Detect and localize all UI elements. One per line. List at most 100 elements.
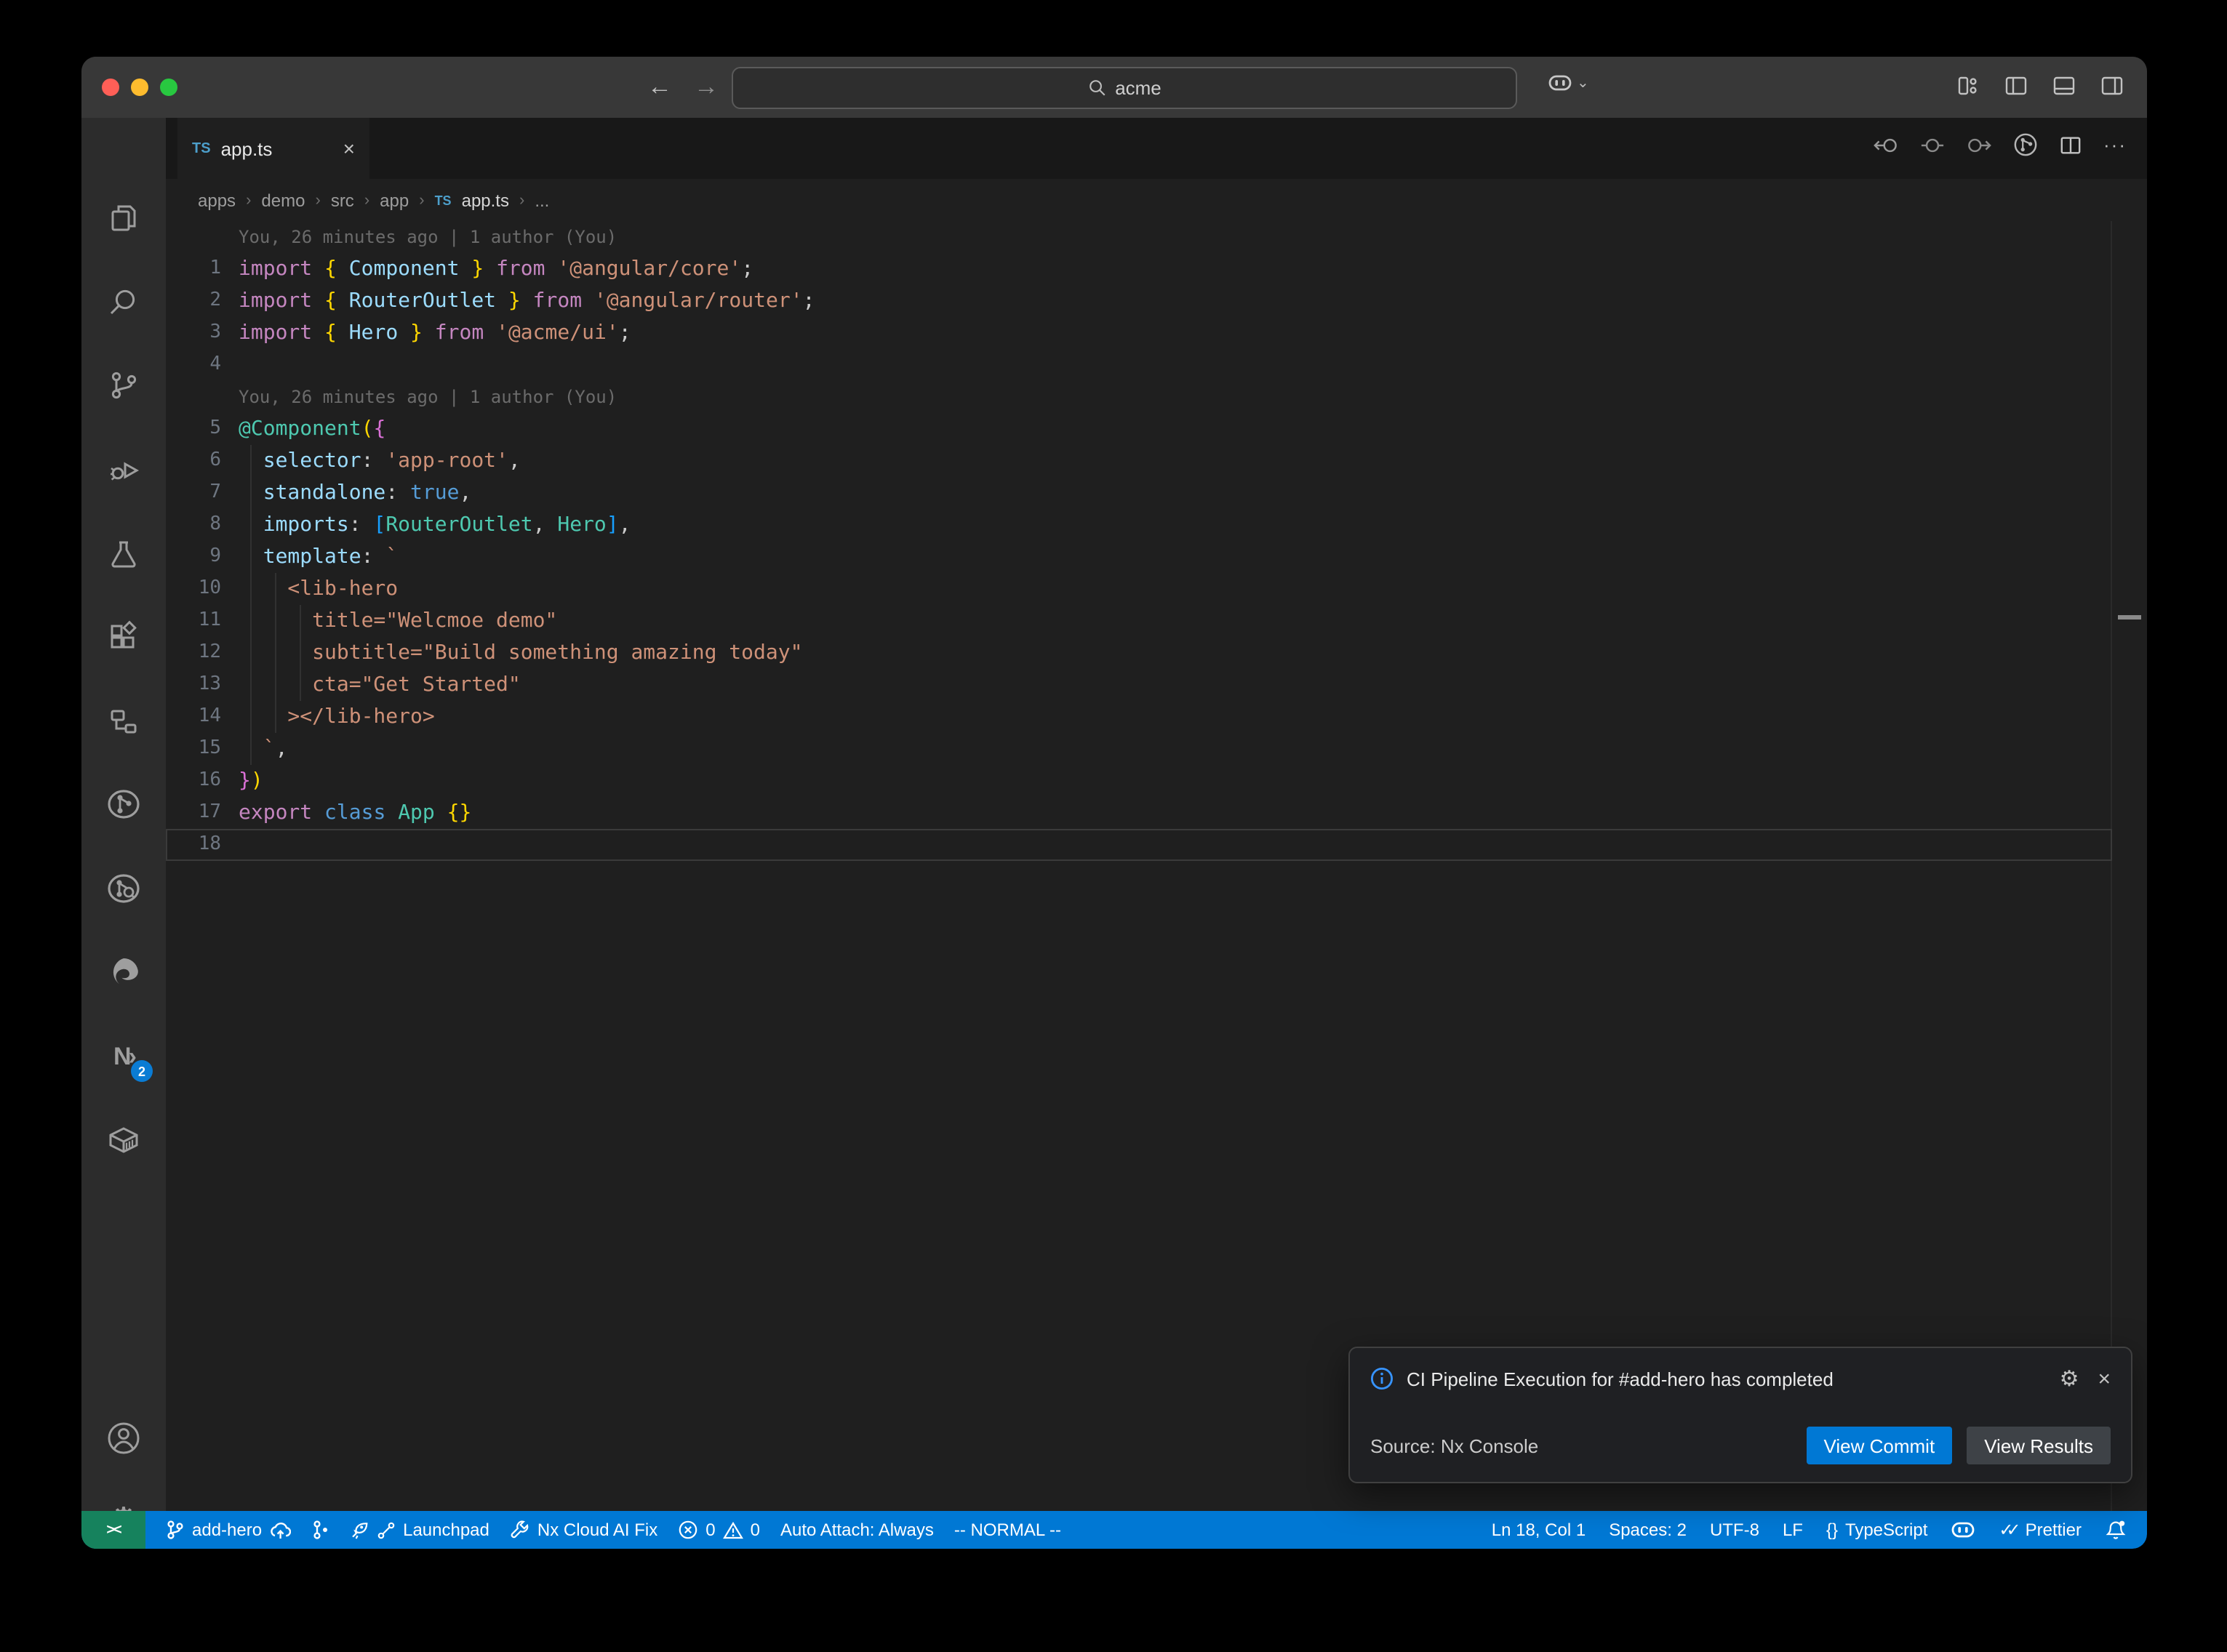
gitlens-icon	[105, 785, 143, 823]
code-row[interactable]: 7 standalone: true,	[166, 477, 2147, 509]
indent-guide	[250, 669, 252, 701]
sidebar-item-gitlens-inspect[interactable]	[81, 854, 166, 923]
eol-status-item[interactable]: LF	[1783, 1520, 1803, 1540]
tab-app-ts[interactable]: TS app.ts ×	[177, 118, 369, 179]
tab-strip: TS app.ts × ···	[166, 118, 2147, 179]
code-row[interactable]: 6 selector: 'app-root',	[166, 445, 2147, 477]
view-commit-button[interactable]: View Commit	[1807, 1427, 1953, 1464]
line-number: 1	[166, 253, 221, 285]
code-text: template: `	[239, 545, 398, 569]
cursor-position-status-item[interactable]: Ln 18, Col 1	[1492, 1520, 1586, 1540]
toggle-secondary-sidebar-icon[interactable]	[2100, 74, 2124, 97]
branch-status-item[interactable]: add-hero	[166, 1520, 291, 1540]
breadcrumb-tail[interactable]: ...	[535, 190, 549, 210]
code-row[interactable]: 8 imports: [RouterOutlet, Hero],	[166, 509, 2147, 541]
split-editor-icon[interactable]	[2060, 135, 2082, 155]
notification-settings-icon[interactable]: ⚙	[2060, 1366, 2079, 1392]
notifications-bell[interactable]	[2105, 1519, 2127, 1541]
code-row[interactable]: 1import { Component } from '@angular/cor…	[166, 253, 2147, 285]
line-number: 18	[166, 829, 221, 861]
copilot-icon	[1951, 1519, 1975, 1541]
sidebar-item-run-debug[interactable]	[81, 435, 166, 505]
code-row[interactable]: 2import { RouterOutlet } from '@angular/…	[166, 285, 2147, 317]
chevron-right-icon: ›	[419, 191, 424, 209]
encoding-label: UTF-8	[1710, 1520, 1759, 1540]
code-text: selector: 'app-root',	[239, 449, 521, 473]
auto-attach-status-item[interactable]: Auto Attach: Always	[780, 1520, 934, 1540]
sidebar-item-testing[interactable]	[81, 519, 166, 589]
breadcrumb-item[interactable]: src	[331, 190, 354, 210]
breadcrumb-file[interactable]: app.ts	[462, 190, 509, 210]
gitlens-current-icon[interactable]	[1920, 135, 1945, 155]
language-status-item[interactable]: {}TypeScript	[1826, 1520, 1927, 1540]
blame-row: You, 26 minutes ago | 1 author (You)	[166, 221, 2147, 253]
accounts-button[interactable]	[81, 1403, 166, 1473]
code-text: @Component({	[239, 417, 385, 441]
notification-toast: CI Pipeline Execution for #add-hero has …	[1348, 1347, 2132, 1483]
code-row[interactable]: 12 subtitle="Build something amazing tod…	[166, 637, 2147, 669]
breadcrumb-item[interactable]: apps	[198, 190, 236, 210]
more-actions-icon[interactable]: ···	[2103, 134, 2127, 156]
code-row[interactable]: 15 `,	[166, 733, 2147, 765]
line-number: 14	[166, 701, 221, 733]
encoding-status-item[interactable]: UTF-8	[1710, 1520, 1759, 1540]
indentation-status-item[interactable]: Spaces: 2	[1609, 1520, 1687, 1540]
editor[interactable]: You, 26 minutes ago | 1 author (You) 1imp…	[166, 221, 2147, 1511]
close-window-button[interactable]	[102, 79, 119, 96]
commit-graph-status-item[interactable]	[311, 1520, 329, 1540]
copilot-status-item[interactable]	[1951, 1519, 1975, 1541]
sidebar-item-edge-tools[interactable]	[81, 938, 166, 1008]
code-row[interactable]: 13 cta="Get Started"	[166, 669, 2147, 701]
code-row[interactable]: 17export class App {}	[166, 797, 2147, 829]
notification-close-icon[interactable]: ×	[2098, 1366, 2111, 1391]
blame-annotation: You, 26 minutes ago | 1 author (You)	[239, 227, 617, 247]
sidebar-item-gitlens[interactable]	[81, 769, 166, 839]
view-results-button[interactable]: View Results	[1967, 1427, 2111, 1464]
prettier-status-item[interactable]: ✓✓ Prettier	[1999, 1520, 2082, 1540]
vim-mode-status-item[interactable]: -- NORMAL --	[954, 1520, 1061, 1540]
nx-cloud-fix-status-item[interactable]: Nx Cloud AI Fix	[510, 1520, 657, 1540]
history-back-button[interactable]: ←	[647, 70, 672, 105]
sidebar-item-hierarchy[interactable]	[81, 686, 166, 756]
gitlens-back-icon[interactable]	[1874, 135, 1898, 155]
typescript-file-icon: TS	[192, 140, 211, 156]
breadcrumb-item[interactable]: demo	[261, 190, 305, 210]
code-row[interactable]: 18	[166, 829, 2112, 861]
customize-layout-icon[interactable]	[1956, 74, 1980, 97]
remote-indicator[interactable]: ><	[81, 1511, 145, 1549]
error-icon	[678, 1520, 698, 1540]
toggle-primary-sidebar-icon[interactable]	[2004, 74, 2028, 97]
sidebar-item-source-control[interactable]	[81, 350, 166, 420]
copilot-menu[interactable]: ⌄	[1548, 73, 1589, 95]
code-row[interactable]: 16})	[166, 765, 2147, 797]
info-icon	[1370, 1367, 1394, 1390]
commit-graph-icon[interactable]	[2013, 132, 2038, 157]
code-row[interactable]: 14 ></lib-hero>	[166, 701, 2147, 733]
command-center-search[interactable]: acme	[732, 67, 1517, 109]
sidebar-item-nx-console[interactable]: N› 2	[81, 1022, 166, 1092]
code-row[interactable]: 5@Component({	[166, 413, 2147, 445]
code-row[interactable]: 10 <lib-hero	[166, 573, 2147, 605]
toggle-panel-icon[interactable]	[2052, 74, 2076, 97]
tab-close-icon[interactable]: ×	[343, 137, 355, 160]
gitlens-forward-icon[interactable]	[1967, 135, 1991, 155]
launchpad-status-item[interactable]: Launchpad	[349, 1520, 489, 1540]
minimize-window-button[interactable]	[131, 79, 148, 96]
sidebar-item-containers[interactable]	[81, 1105, 166, 1175]
sidebar-item-search[interactable]	[81, 268, 166, 337]
code-text: subtitle="Build something amazing today"	[239, 641, 802, 665]
sidebar-item-explorer[interactable]	[81, 183, 166, 253]
zoom-window-button[interactable]	[160, 79, 177, 96]
code-row[interactable]: 4	[166, 349, 2147, 381]
braces-icon: {}	[1826, 1520, 1838, 1540]
sidebar-item-extensions[interactable]	[81, 602, 166, 672]
problems-status-item[interactable]: 0 0	[678, 1520, 760, 1540]
code-row[interactable]: 9 template: `	[166, 541, 2147, 573]
code-text: cta="Get Started"	[239, 673, 521, 697]
code-row[interactable]: 3import { Hero } from '@acme/ui';	[166, 317, 2147, 349]
indent-guide	[275, 637, 276, 669]
breadcrumb[interactable]: apps›demo›src›app›TSapp.ts›...	[166, 179, 2147, 221]
code-row[interactable]: 11 title="Welcmoe demo"	[166, 605, 2147, 637]
history-forward-button[interactable]: →	[694, 70, 719, 105]
breadcrumb-item[interactable]: app	[380, 190, 409, 210]
